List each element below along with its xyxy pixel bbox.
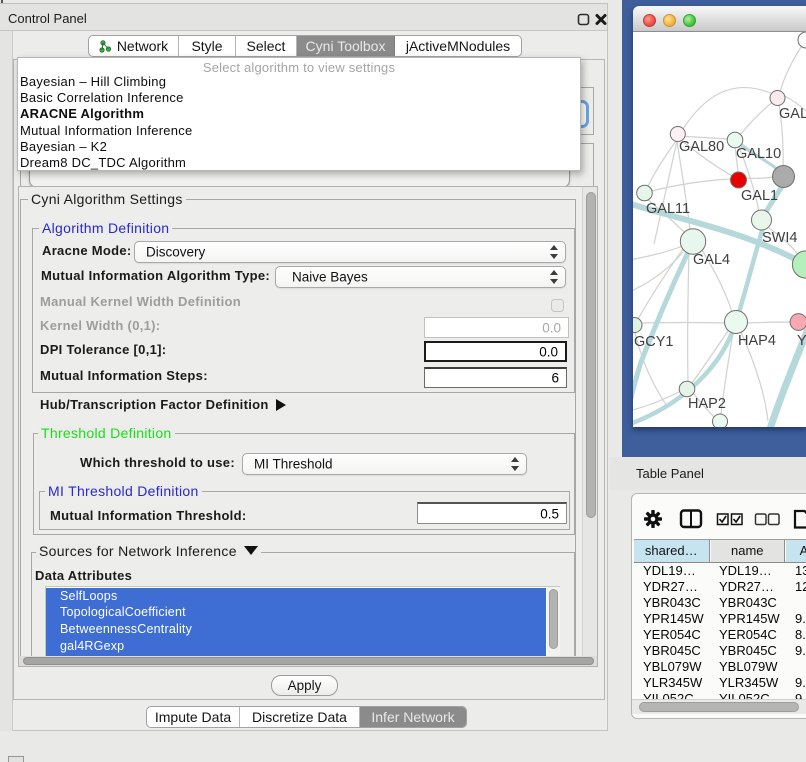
svg-text:GAL80: GAL80 bbox=[679, 139, 724, 155]
svg-text:SWI4: SWI4 bbox=[762, 230, 797, 246]
svg-text:GAL1: GAL1 bbox=[741, 188, 778, 204]
svg-text:GAL10: GAL10 bbox=[736, 146, 781, 162]
svg-text:HAP4: HAP4 bbox=[738, 333, 776, 349]
svg-text:GCY1: GCY1 bbox=[634, 334, 674, 350]
svg-text:GAL7: GAL7 bbox=[779, 106, 806, 122]
svg-text:Y: Y bbox=[797, 333, 806, 349]
svg-text:GAL11: GAL11 bbox=[646, 201, 690, 217]
svg-text:GAL4: GAL4 bbox=[693, 252, 730, 268]
svg-text:HAP2: HAP2 bbox=[688, 396, 726, 412]
